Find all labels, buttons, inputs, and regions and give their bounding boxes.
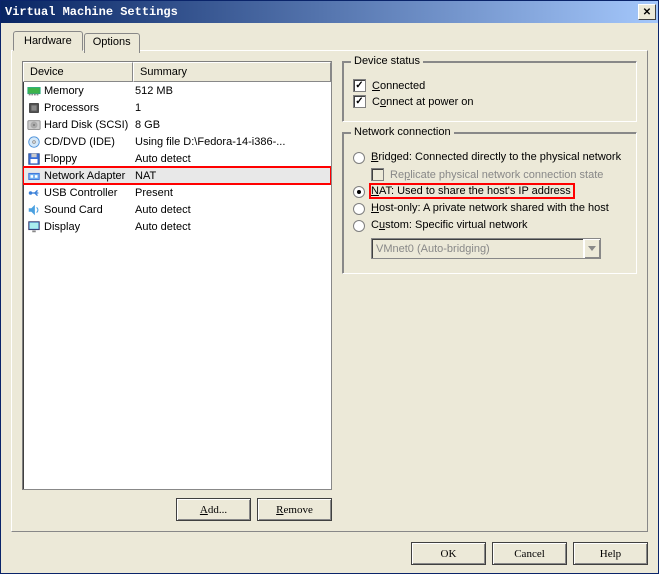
- tab-hardware[interactable]: Hardware: [13, 31, 83, 51]
- device-status-group: Device status ✓ Connected ✓ Connect at p…: [342, 61, 637, 122]
- check-icon: ✓: [355, 80, 363, 91]
- device-list-header: Device Summary: [23, 62, 331, 82]
- tab-bar: Hardware Options: [13, 31, 648, 51]
- titlebar: Virtual Machine Settings ✕: [1, 1, 658, 23]
- help-button[interactable]: Help: [573, 542, 648, 565]
- device-row-usb[interactable]: USB Controller Present: [23, 184, 331, 201]
- display-icon: [27, 220, 41, 234]
- chevron-down-icon: [588, 246, 596, 252]
- device-row-memory[interactable]: Memory 512 MB: [23, 82, 331, 99]
- harddisk-icon: [27, 118, 41, 132]
- connect-poweron-checkbox[interactable]: ✓ Connect at power on: [353, 95, 626, 108]
- radio-nat[interactable]: NAT: Used to share the host's IP address: [353, 185, 626, 198]
- remove-button[interactable]: Remove: [257, 498, 332, 521]
- usb-icon: [27, 186, 41, 200]
- device-row-harddisk[interactable]: Hard Disk (SCSI) 8 GB: [23, 116, 331, 133]
- network-icon: [27, 169, 41, 183]
- ok-button[interactable]: OK: [411, 542, 486, 565]
- header-device[interactable]: Device: [23, 62, 133, 82]
- check-icon: ✓: [355, 96, 363, 107]
- memory-icon: [27, 84, 41, 98]
- add-button[interactable]: Add...: [176, 498, 251, 521]
- radio-custom[interactable]: Custom: Specific virtual network: [353, 219, 626, 232]
- close-button[interactable]: ✕: [638, 4, 656, 20]
- disc-icon: [27, 135, 41, 149]
- device-row-sound[interactable]: Sound Card Auto detect: [23, 201, 331, 218]
- window-title: Virtual Machine Settings: [5, 5, 638, 19]
- replicate-checkbox: Replicate physical network connection st…: [371, 168, 626, 181]
- device-row-network[interactable]: Network Adapter NAT: [23, 167, 331, 184]
- dialog-buttons: OK Cancel Help: [1, 536, 658, 573]
- custom-network-dropdown: VMnet0 (Auto-bridging): [371, 238, 601, 259]
- device-row-processors[interactable]: Processors 1: [23, 99, 331, 116]
- header-summary[interactable]: Summary: [133, 62, 331, 82]
- sound-icon: [27, 203, 41, 217]
- dropdown-button: [583, 239, 600, 258]
- device-row-floppy[interactable]: Floppy Auto detect: [23, 150, 331, 167]
- cancel-button[interactable]: Cancel: [492, 542, 567, 565]
- device-row-cddvd[interactable]: CD/DVD (IDE) Using file D:\Fedora-14-i38…: [23, 133, 331, 150]
- radio-bridged[interactable]: Bridged: Connected directly to the physi…: [353, 151, 626, 164]
- network-connection-group: Network connection Bridged: Connected di…: [342, 132, 637, 274]
- cpu-icon: [27, 101, 41, 115]
- network-connection-legend: Network connection: [351, 126, 454, 138]
- tab-options[interactable]: Options: [84, 33, 140, 53]
- floppy-icon: [27, 152, 41, 166]
- device-list[interactable]: Device Summary Memory 512 MB Processors …: [22, 61, 332, 490]
- device-status-legend: Device status: [351, 55, 423, 67]
- device-row-display[interactable]: Display Auto detect: [23, 218, 331, 235]
- connected-checkbox[interactable]: ✓ Connected: [353, 79, 626, 92]
- radio-hostonly[interactable]: Host-only: A private network shared with…: [353, 202, 626, 215]
